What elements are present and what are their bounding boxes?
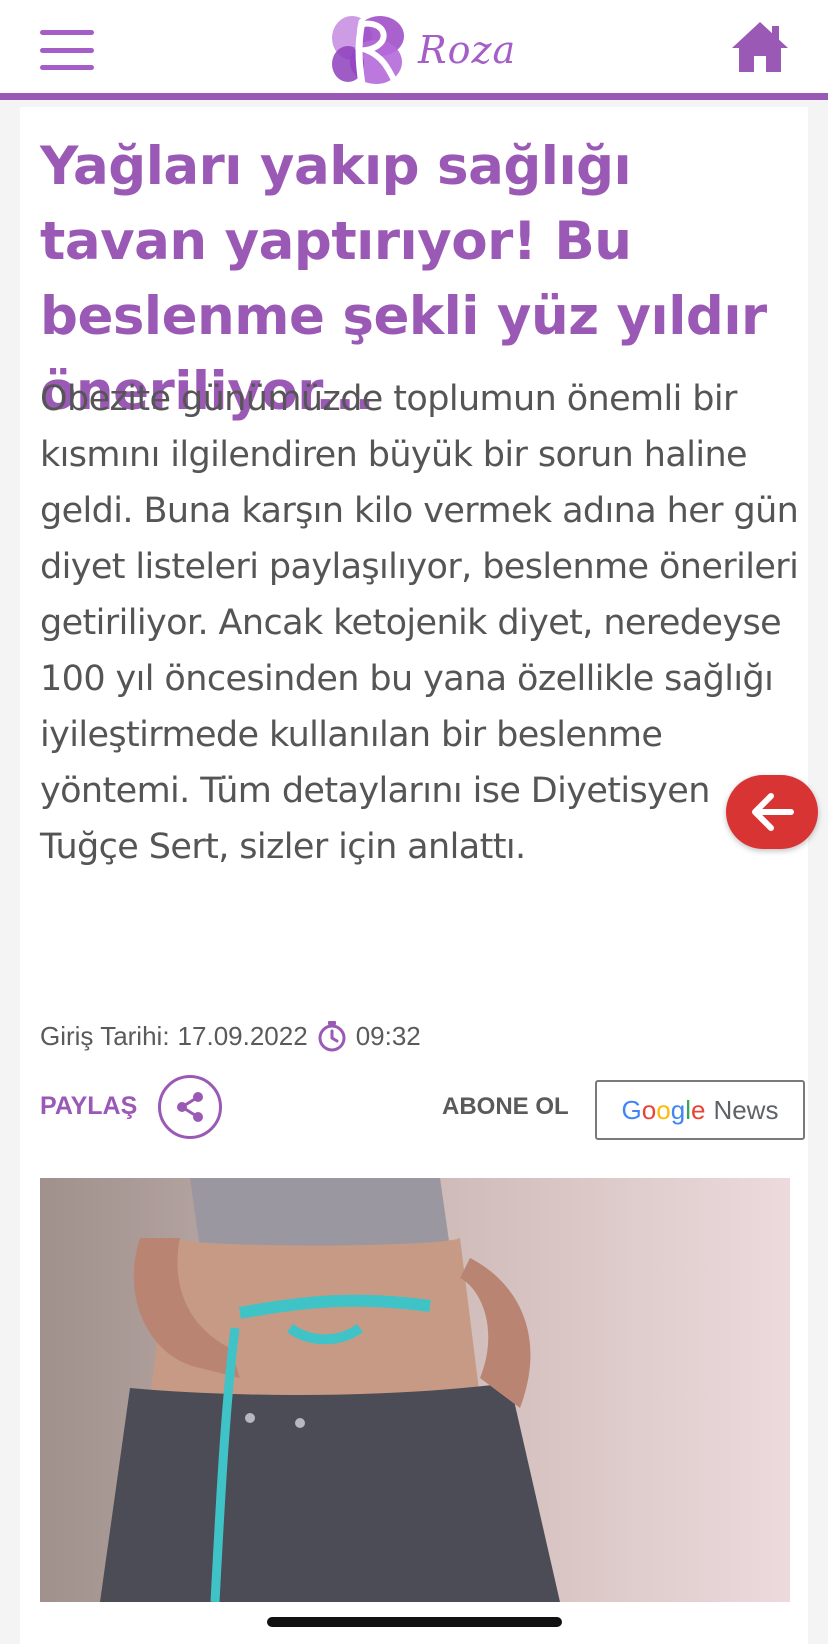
- site-header: Roza: [0, 0, 828, 100]
- share-button[interactable]: [158, 1075, 222, 1139]
- article-image: [40, 1178, 790, 1602]
- clock-icon: [318, 1021, 346, 1052]
- hamburger-menu-icon[interactable]: [40, 30, 94, 70]
- share-icon: [177, 1092, 203, 1122]
- share-label: PAYLAŞ: [40, 1092, 138, 1120]
- date-label: Giriş Tarihi:: [40, 1020, 170, 1051]
- waist-measuring-photo: [40, 1178, 790, 1602]
- article-lead: Obezite günümüzde toplumun önemli bir kı…: [40, 379, 799, 867]
- back-button[interactable]: [726, 775, 818, 849]
- news-word: News: [713, 1094, 779, 1125]
- roza-logo-icon: [332, 16, 404, 88]
- logo-text: Roza: [418, 28, 517, 72]
- arrow-left-icon: [752, 793, 794, 831]
- share-row: PAYLAŞ ABONE OL Google News: [40, 1072, 805, 1142]
- subscribe-label: ABONE OL: [442, 1093, 569, 1120]
- google-news-button[interactable]: Google News: [595, 1080, 805, 1140]
- publish-date: 17.09.2022: [177, 1020, 308, 1051]
- publish-time: 09:32: [355, 1020, 421, 1051]
- publish-meta: Giriş Tarihi: 17.09.2022 09:32: [40, 1017, 421, 1055]
- home-icon[interactable]: [730, 20, 790, 74]
- site-logo[interactable]: Roza: [328, 10, 516, 90]
- article-card: Yağları yakıp sağlığı tavan yaptırıyor! …: [20, 107, 808, 1644]
- home-indicator[interactable]: [267, 1617, 562, 1627]
- google-word: Google: [621, 1094, 706, 1125]
